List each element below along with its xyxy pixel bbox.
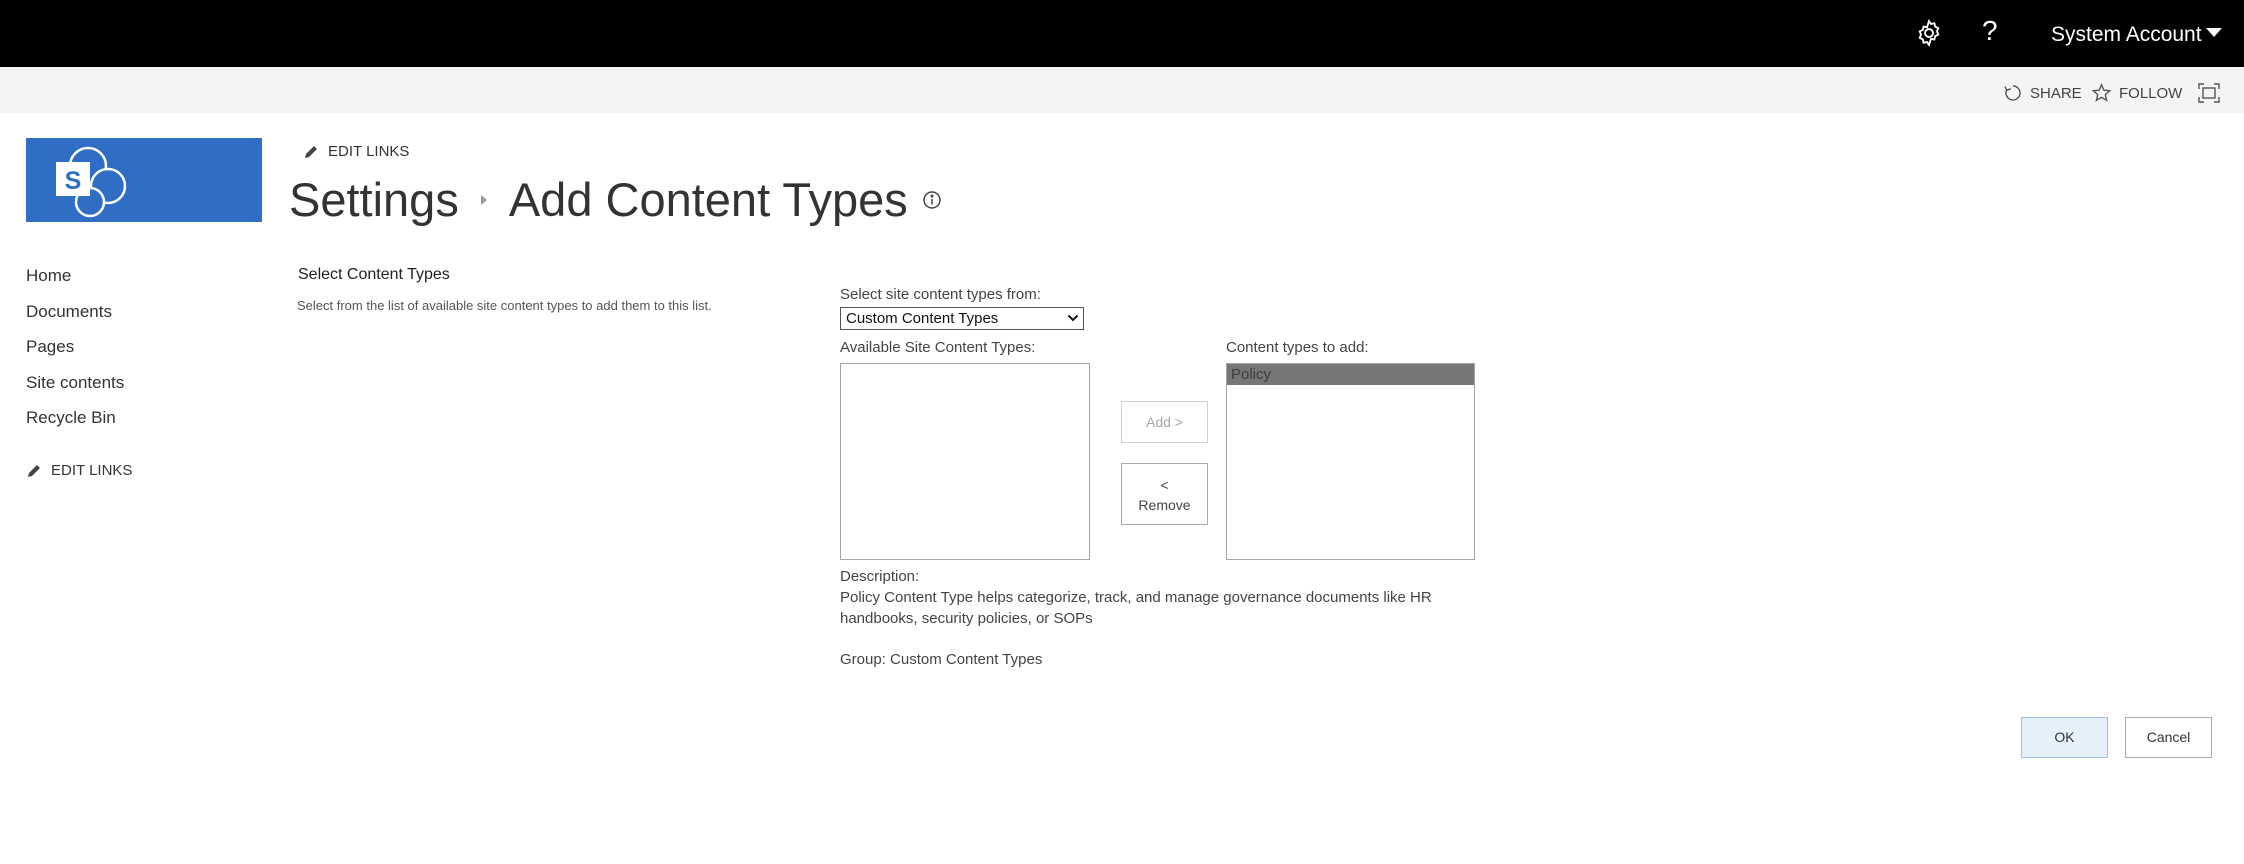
share-icon [2004, 85, 2021, 101]
pencil-icon [305, 145, 317, 158]
content-type-description: Description: Policy Content Type helps c… [840, 566, 1480, 629]
header-edit-links-button[interactable]: EDIT LINKS [303, 143, 409, 160]
action-bar: SHARE FOLLOW [0, 67, 2244, 113]
site-logo[interactable]: S [26, 138, 262, 222]
breadcrumb-settings-link[interactable]: Settings [289, 170, 459, 230]
sharepoint-logo-icon: S [56, 146, 127, 218]
header-edit-links-label: EDIT LINKS [328, 143, 410, 160]
focus-mode-icon[interactable] [2198, 83, 2220, 108]
account-name[interactable]: System Account [2051, 21, 2202, 49]
cancel-button[interactable]: Cancel [2125, 717, 2212, 758]
add-button[interactable]: Add > [1121, 401, 1208, 443]
info-icon[interactable] [922, 190, 942, 210]
nav-edit-links-button[interactable]: EDIT LINKS [26, 462, 132, 479]
remove-button-arrow: < [1160, 477, 1169, 493]
suite-bar: ? System Account [0, 0, 2244, 67]
types-to-add-label: Content types to add: [1226, 339, 1369, 356]
follow-label: FOLLOW [2119, 84, 2183, 102]
nav-item-documents[interactable]: Documents [26, 300, 124, 336]
logo-letter: S [65, 167, 82, 195]
content-type-source-select[interactable]: Custom Content Types [840, 307, 1084, 330]
settings-gear-icon[interactable] [1914, 18, 1944, 48]
help-icon[interactable]: ? [1982, 14, 1998, 48]
nav-item-pages[interactable]: Pages [26, 335, 124, 371]
page-title: Settings Add Content Types [289, 170, 942, 230]
types-to-add-listbox[interactable]: Policy [1226, 363, 1475, 560]
available-types-label: Available Site Content Types: [840, 339, 1036, 356]
follow-button[interactable]: FOLLOW [2091, 83, 2182, 103]
nav-edit-links-label: EDIT LINKS [51, 462, 133, 479]
list-item[interactable]: Policy [1227, 364, 1474, 385]
chevron-down-icon[interactable] [2206, 28, 2222, 37]
remove-button-label: Remove [1138, 497, 1191, 513]
star-icon [2091, 83, 2112, 102]
remove-button[interactable]: < Remove [1121, 463, 1208, 525]
left-navigation: Home Documents Pages Site contents Recyc… [26, 264, 124, 442]
description-text: Policy Content Type helps categorize, tr… [840, 589, 1432, 627]
source-select-value: Custom Content Types [846, 310, 999, 327]
pencil-icon [28, 464, 40, 477]
breadcrumb-current: Add Content Types [508, 173, 908, 226]
section-description: Select from the list of available site c… [297, 298, 712, 313]
ok-button[interactable]: OK [2021, 717, 2108, 758]
available-types-listbox[interactable] [840, 363, 1090, 560]
description-label: Description: [840, 568, 920, 585]
breadcrumb-arrow-icon [480, 195, 487, 205]
nav-item-home[interactable]: Home [26, 264, 124, 300]
content-type-group: Group: Custom Content Types [840, 651, 1043, 668]
share-label: SHARE [2030, 84, 2082, 102]
nav-item-site-contents[interactable]: Site contents [26, 371, 124, 407]
section-title: Select Content Types [298, 266, 450, 283]
source-select-label: Select site content types from: [840, 286, 1041, 303]
nav-item-recycle-bin[interactable]: Recycle Bin [26, 406, 124, 442]
share-button[interactable]: SHARE [2003, 83, 2082, 103]
chevron-down-icon [1067, 314, 1079, 322]
